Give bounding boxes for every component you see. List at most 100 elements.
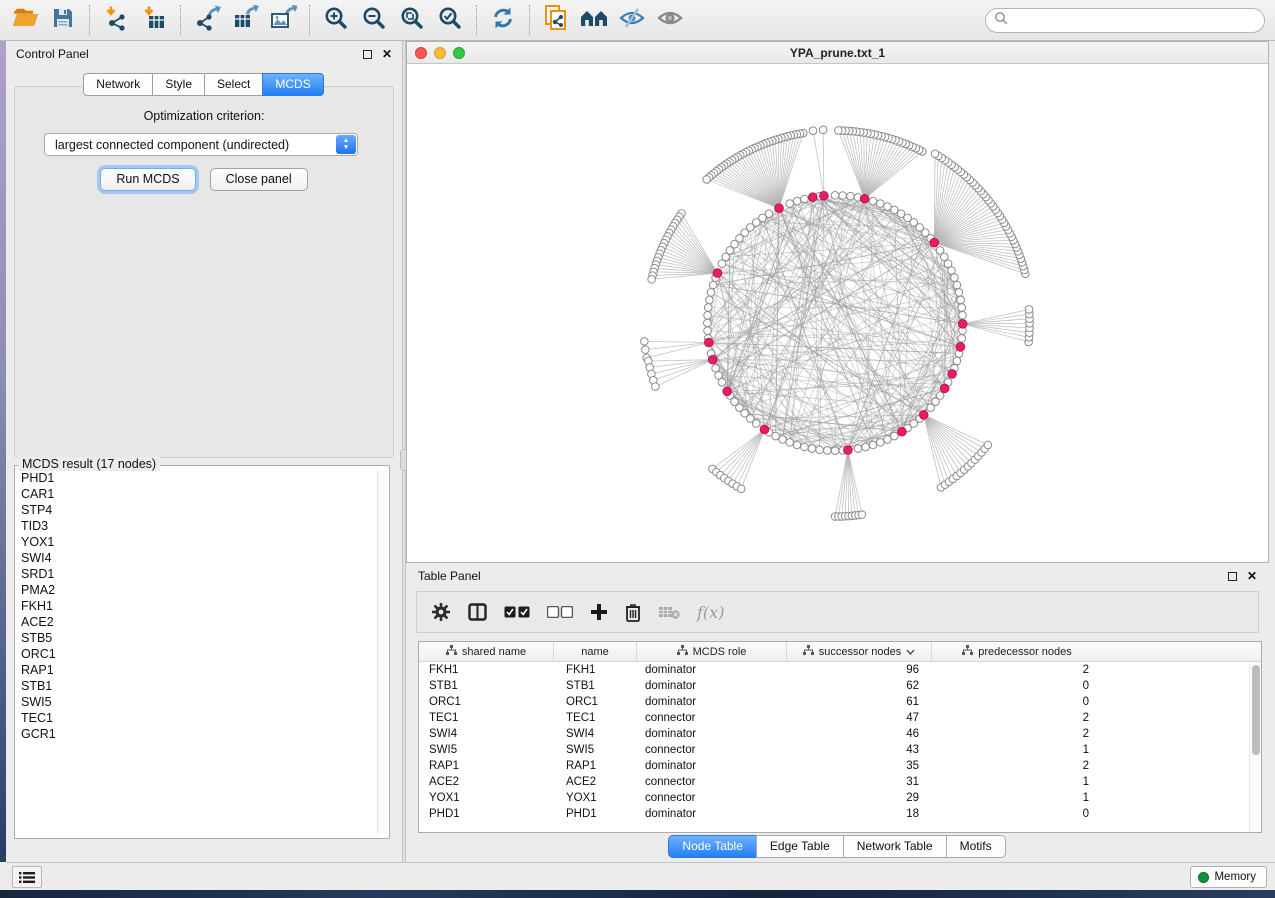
network-leaf-node[interactable] bbox=[984, 441, 992, 449]
tab-edge-table[interactable]: Edge Table bbox=[756, 835, 844, 858]
network-node[interactable] bbox=[869, 441, 877, 449]
tab-network-table[interactable]: Network Table bbox=[843, 835, 947, 858]
tab-network[interactable]: Network bbox=[83, 73, 153, 96]
open-file-button[interactable] bbox=[6, 3, 44, 37]
float-panel-icon[interactable] bbox=[363, 50, 372, 59]
mcds-result-item[interactable]: FKH1 bbox=[21, 598, 375, 614]
network-node[interactable] bbox=[715, 372, 723, 380]
mcds-result-item[interactable]: GCR1 bbox=[21, 726, 375, 742]
network-node[interactable] bbox=[816, 446, 824, 454]
mcds-result-list[interactable]: PHD1CAR1STP4TID3YOX1SWI4SRD1PMA2FKH1ACE2… bbox=[21, 470, 375, 834]
table-row[interactable]: ACE2ACE2connector311 bbox=[419, 774, 1261, 790]
network-node[interactable] bbox=[718, 379, 726, 387]
network-node[interactable] bbox=[854, 445, 862, 453]
select-all-icon[interactable] bbox=[504, 606, 530, 618]
column-header-successor-nodes[interactable]: successor nodes bbox=[787, 642, 932, 661]
network-titlebar[interactable]: YPA_prune.txt_1 bbox=[407, 42, 1268, 64]
network-node[interactable] bbox=[953, 281, 961, 289]
delete-row-trash-icon[interactable] bbox=[625, 603, 641, 622]
network-node[interactable] bbox=[712, 364, 720, 372]
table-row[interactable]: ORC1ORC1dominator610 bbox=[419, 694, 1261, 710]
deselect-all-icon[interactable] bbox=[547, 606, 573, 618]
save-session-button[interactable] bbox=[44, 3, 82, 37]
network-node[interactable] bbox=[847, 192, 855, 200]
mcds-result-item[interactable]: STP4 bbox=[21, 502, 375, 518]
add-row-icon[interactable] bbox=[590, 603, 608, 621]
hide-selected-button[interactable] bbox=[613, 3, 651, 37]
network-node[interactable] bbox=[824, 447, 832, 455]
settings-gear-icon[interactable] bbox=[431, 602, 451, 622]
first-neighbors-button[interactable] bbox=[575, 3, 613, 37]
mcds-hub-node[interactable] bbox=[948, 370, 957, 379]
network-node[interactable] bbox=[876, 439, 884, 447]
mcds-result-item[interactable]: RAP1 bbox=[21, 662, 375, 678]
mcds-hub-node[interactable] bbox=[723, 387, 732, 396]
mcds-result-item[interactable]: STB5 bbox=[21, 630, 375, 646]
close-panel-icon[interactable]: ✕ bbox=[382, 50, 392, 59]
column-header-name[interactable]: name bbox=[554, 642, 637, 661]
network-node[interactable] bbox=[801, 443, 809, 451]
network-node[interactable] bbox=[891, 432, 899, 440]
search-input[interactable] bbox=[1009, 14, 1264, 28]
network-node[interactable] bbox=[808, 445, 816, 453]
network-node[interactable] bbox=[891, 206, 899, 214]
network-leaf-node[interactable] bbox=[642, 346, 650, 354]
zoom-fit-button[interactable] bbox=[393, 3, 431, 37]
run-mcds-button[interactable]: Run MCDS bbox=[100, 168, 195, 191]
export-image-button[interactable] bbox=[264, 3, 302, 37]
mcds-result-item[interactable]: ACE2 bbox=[21, 614, 375, 630]
show-panels-list-button[interactable] bbox=[12, 866, 42, 888]
network-node[interactable] bbox=[786, 439, 794, 447]
mcds-hub-node[interactable] bbox=[775, 204, 784, 213]
network-node[interactable] bbox=[831, 447, 839, 455]
column-header-shared-name[interactable]: shared name bbox=[419, 642, 554, 661]
network-node[interactable] bbox=[707, 289, 715, 297]
network-leaf-node[interactable] bbox=[641, 338, 649, 346]
table-row[interactable]: FKH1FKH1dominator962 bbox=[419, 662, 1261, 678]
mcds-hub-node[interactable] bbox=[956, 343, 965, 352]
network-node[interactable] bbox=[884, 203, 892, 211]
table-row[interactable]: SWI4SWI4dominator462 bbox=[419, 726, 1261, 742]
network-node[interactable] bbox=[831, 191, 839, 199]
zoom-in-button[interactable] bbox=[317, 3, 355, 37]
network-node[interactable] bbox=[958, 304, 966, 312]
network-node[interactable] bbox=[786, 200, 794, 208]
tab-select[interactable]: Select bbox=[204, 73, 263, 96]
new-network-from-selection-button[interactable] bbox=[537, 3, 575, 37]
network-node[interactable] bbox=[876, 200, 884, 208]
network-leaf-node[interactable] bbox=[858, 511, 866, 519]
search-box[interactable] bbox=[985, 8, 1265, 33]
table-scrollbar[interactable] bbox=[1249, 663, 1260, 832]
mcds-result-item[interactable]: SWI5 bbox=[21, 694, 375, 710]
network-leaf-node[interactable] bbox=[931, 150, 939, 158]
mcds-result-item[interactable]: ORC1 bbox=[21, 646, 375, 662]
network-leaf-node[interactable] bbox=[648, 275, 656, 283]
network-leaf-node[interactable] bbox=[652, 383, 660, 391]
table-scrollbar-thumb[interactable] bbox=[1252, 665, 1260, 755]
network-node[interactable] bbox=[793, 197, 801, 205]
zoom-out-button[interactable] bbox=[355, 3, 393, 37]
network-node[interactable] bbox=[948, 267, 956, 275]
tab-mcds[interactable]: MCDS bbox=[262, 73, 323, 96]
mcds-result-item[interactable]: SRD1 bbox=[21, 566, 375, 582]
network-canvas-svg[interactable] bbox=[407, 64, 1268, 562]
import-network-button[interactable] bbox=[97, 3, 135, 37]
memory-button[interactable]: Memory bbox=[1190, 866, 1267, 888]
mcds-result-item[interactable]: PMA2 bbox=[21, 582, 375, 598]
export-network-button[interactable] bbox=[188, 3, 226, 37]
network-node[interactable] bbox=[704, 319, 712, 327]
mcds-hub-node[interactable] bbox=[958, 320, 967, 329]
network-leaf-node[interactable] bbox=[809, 127, 817, 135]
table-row[interactable]: PHD1PHD1dominator180 bbox=[419, 806, 1261, 822]
mcds-hub-node[interactable] bbox=[809, 193, 818, 202]
network-node[interactable] bbox=[936, 392, 944, 400]
table-row[interactable]: SWI5SWI5connector431 bbox=[419, 742, 1261, 758]
mcds-result-item[interactable]: CAR1 bbox=[21, 486, 375, 502]
network-leaf-node[interactable] bbox=[737, 485, 745, 493]
network-node[interactable] bbox=[957, 296, 965, 304]
column-header-MCDS-role[interactable]: MCDS role bbox=[637, 642, 787, 661]
mcds-hub-node[interactable] bbox=[713, 269, 722, 278]
network-node[interactable] bbox=[862, 443, 870, 451]
mcds-hub-node[interactable] bbox=[919, 411, 928, 420]
mcds-result-item[interactable]: PHD1 bbox=[21, 470, 375, 486]
